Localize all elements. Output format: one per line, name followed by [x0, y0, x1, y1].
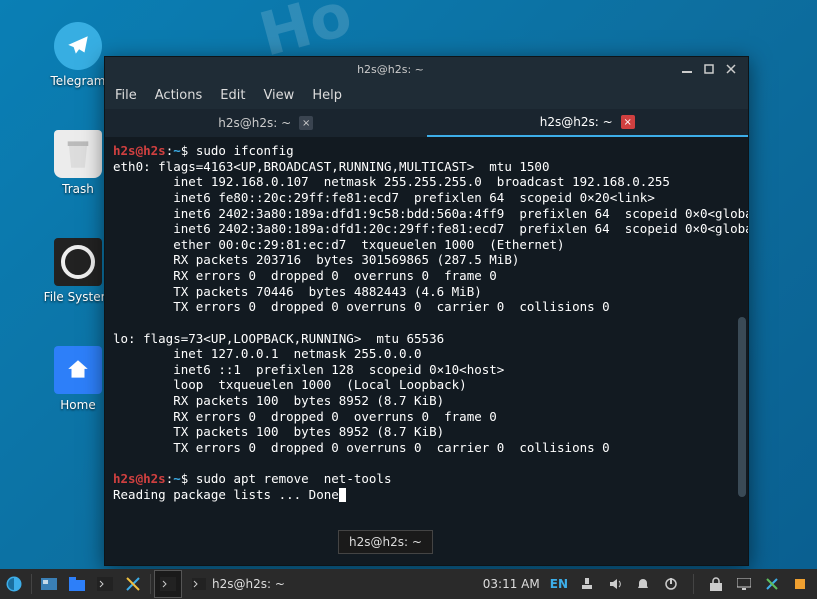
prompt-path: ~: [173, 471, 181, 486]
output-block: eth0: flags=4163<UP,BROADCAST,RUNNING,MU…: [113, 159, 748, 455]
trash-icon: [54, 130, 102, 178]
menu-bar: File Actions Edit View Help: [105, 81, 748, 109]
power-icon[interactable]: [662, 577, 680, 591]
command-text: sudo ifconfig: [196, 143, 294, 158]
close-button[interactable]: [723, 61, 739, 77]
tab-close-icon[interactable]: ×: [621, 115, 635, 129]
display-icon[interactable]: [735, 578, 753, 590]
disk-icon: [54, 238, 102, 286]
notifications-icon[interactable]: [634, 577, 652, 591]
network-icon[interactable]: [578, 577, 596, 591]
output-line: Reading package lists ... Done: [113, 487, 339, 502]
tray-icon-2[interactable]: [791, 577, 809, 591]
menu-view[interactable]: View: [263, 88, 294, 103]
menu-edit[interactable]: Edit: [220, 88, 245, 103]
tray-icon-1[interactable]: [763, 577, 781, 591]
keyboard-layout-indicator[interactable]: EN: [550, 577, 568, 591]
taskbar-window-button[interactable]: h2s@h2s: ~: [182, 569, 295, 599]
prompt-host: h2s@h2s: [113, 143, 166, 158]
tooltip: h2s@h2s: ~: [338, 530, 433, 554]
volume-icon[interactable]: [606, 577, 624, 591]
tab-label: h2s@h2s: ~: [540, 115, 613, 129]
menu-file[interactable]: File: [115, 88, 137, 103]
scrollbar-thumb[interactable]: [738, 317, 746, 497]
tab-bar: h2s@h2s: ~ × h2s@h2s: ~ ×: [105, 109, 748, 137]
terminal-cursor: [339, 488, 346, 502]
kali-tools-launcher[interactable]: [119, 570, 147, 598]
home-folder-icon: [54, 346, 102, 394]
separator: [31, 574, 32, 594]
telegram-icon: [54, 22, 102, 70]
tab-label: h2s@h2s: ~: [218, 116, 291, 130]
running-terminal-button[interactable]: [154, 570, 182, 598]
menu-help[interactable]: Help: [312, 88, 342, 103]
tab-close-icon[interactable]: ×: [299, 116, 313, 130]
command-text: sudo apt remove net-tools: [196, 471, 392, 486]
lock-icon[interactable]: [707, 577, 725, 591]
app-menu-button[interactable]: [0, 570, 28, 598]
taskbar: h2s@h2s: ~ 03:11 AM EN: [0, 569, 817, 599]
prompt-host: h2s@h2s: [113, 471, 166, 486]
window-title: h2s@h2s: ~: [105, 63, 676, 76]
terminal-window: h2s@h2s: ~ File Actions Edit View Help h…: [104, 56, 749, 566]
file-manager-launcher[interactable]: [63, 570, 91, 598]
terminal-launcher[interactable]: [91, 570, 119, 598]
menu-actions[interactable]: Actions: [155, 88, 203, 103]
prompt-path: ~: [173, 143, 181, 158]
terminal-icon: [192, 578, 206, 590]
clock[interactable]: 03:11 AM: [483, 577, 540, 591]
separator: [150, 574, 151, 594]
terminal-tab-active[interactable]: h2s@h2s: ~ ×: [427, 109, 749, 137]
window-titlebar[interactable]: h2s@h2s: ~: [105, 57, 748, 81]
terminal-tab[interactable]: h2s@h2s: ~ ×: [105, 109, 427, 137]
taskbar-window-label: h2s@h2s: ~: [212, 577, 285, 591]
terminal-output[interactable]: h2s@h2s:~$ sudo ifconfig eth0: flags=416…: [105, 137, 748, 565]
minimize-button[interactable]: [679, 61, 695, 77]
show-desktop-button[interactable]: [35, 570, 63, 598]
separator: [693, 574, 694, 594]
maximize-button[interactable]: [701, 61, 717, 77]
